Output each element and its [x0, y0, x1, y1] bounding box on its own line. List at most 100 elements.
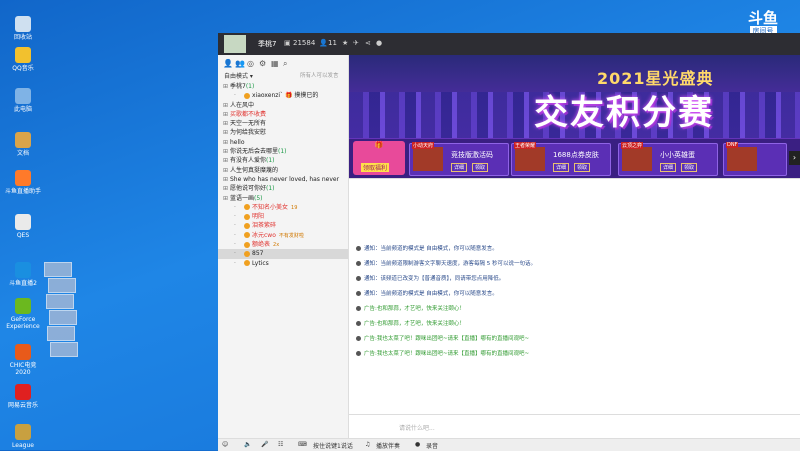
expand-icon[interactable]: ·	[234, 240, 236, 249]
desktop-icon-label: 此电脑	[13, 106, 32, 113]
row-label: 额绝表	[252, 241, 271, 249]
expand-icon[interactable]: ·	[234, 221, 236, 230]
reward-detail-button[interactable]: 详细	[451, 163, 468, 172]
expand-icon[interactable]: ⊞	[223, 101, 228, 110]
channel-row[interactable]: ⊞ 有没有人爱你(1)	[218, 156, 348, 165]
row-label: 冰元cwo	[252, 231, 276, 239]
message-text: 通知：当前频道的模式是 自由模式，你可以随意发言。	[364, 246, 498, 252]
location-icon[interactable]: ◎	[247, 59, 254, 68]
desktop-icon[interactable]: 斗鱼直播2	[4, 262, 42, 287]
desktop-icon[interactable]: QQ音乐	[4, 47, 42, 72]
search-icon[interactable]: ⌕	[283, 59, 287, 69]
expand-icon[interactable]: ·	[234, 91, 236, 100]
reward-detail-button[interactable]: 详细	[660, 163, 677, 172]
channel-row[interactable]: ⊞ 你说无后会去哪里(1)	[218, 147, 348, 156]
channel-row[interactable]: ⊞ 为何给我安慰	[218, 128, 348, 137]
gift-button[interactable]: 🎁 领取福利	[353, 141, 405, 175]
reward-image	[727, 147, 757, 171]
user-icon[interactable]: 👤	[223, 59, 233, 68]
mic-icon[interactable]: 🎤	[261, 441, 268, 448]
expand-icon[interactable]: ⊞	[223, 166, 228, 175]
plane-icon[interactable]: ✈	[353, 39, 359, 47]
channel-row[interactable]: ⊞ 买歌都不收费	[218, 110, 348, 119]
message-text: 广告:我也太菜了吧！跟咪出团吧~请来【直播】哪有的直播间观吧~	[364, 336, 530, 342]
channel-row[interactable]: ⊞ 蓝语一画(5)	[218, 194, 348, 203]
expand-icon[interactable]: ⊞	[223, 128, 228, 137]
channel-user-row[interactable]: · 857	[218, 249, 348, 259]
avatar-icon[interactable]: ☺	[222, 441, 228, 448]
share-icon[interactable]: ⋖	[365, 39, 371, 47]
reward-ticket[interactable]: 王者荣耀 1688点券皮肤 详细 领取	[511, 142, 611, 176]
channel-row[interactable]: ⊞ 天空一无所有	[218, 119, 348, 128]
desktop-icon[interactable]: 文档	[4, 132, 42, 157]
expand-icon[interactable]: ⊞	[223, 119, 228, 128]
expand-icon[interactable]: ⊞	[223, 184, 228, 193]
channel-row[interactable]: ⊞ 人在风中	[218, 101, 348, 110]
desktop-icon[interactable]: CHIC电竞 2020	[4, 344, 42, 376]
expand-icon[interactable]: ⊞	[223, 147, 228, 156]
channel-user-row[interactable]: · Lytics	[218, 259, 348, 268]
streamer-avatar[interactable]	[224, 35, 246, 53]
keyboard-icon[interactable]: ⌨	[298, 441, 307, 448]
mic-mode-label[interactable]: 按住说键1说话	[313, 441, 353, 450]
expand-icon[interactable]: ·	[234, 203, 236, 212]
row-label: 你说无后会去哪里	[230, 148, 279, 156]
reward-claim-button[interactable]: 领取	[681, 163, 698, 172]
expand-icon[interactable]: ·	[234, 231, 236, 240]
record-icon[interactable]: ●	[415, 441, 420, 448]
desktop-icon[interactable]: GeForce Experience	[4, 298, 42, 330]
reward-detail-button[interactable]: 详细	[553, 163, 570, 172]
chat-input-placeholder[interactable]: 请说什么吧...	[399, 423, 435, 432]
expand-icon[interactable]: ⊞	[223, 194, 228, 203]
mixer-icon[interactable]: ☷	[278, 441, 283, 448]
desktop-icon-glyph	[15, 170, 31, 186]
reward-ticket[interactable]: DNF	[723, 142, 787, 176]
reward-claim-button[interactable]: 领取	[472, 163, 489, 172]
expand-icon[interactable]: ·	[234, 212, 236, 221]
next-arrow[interactable]: ›	[789, 151, 800, 165]
reward-ticket[interactable]: 云顶之弈 小小英雄蛋 详细 领取	[618, 142, 718, 176]
expand-icon[interactable]: ⊞	[223, 175, 228, 184]
channel-user-row[interactable]: · 冰元cwo 不有发财啦	[218, 231, 348, 240]
expand-icon[interactable]: ·	[234, 259, 236, 268]
message-icon	[356, 246, 361, 251]
expand-icon[interactable]: ⊞	[223, 156, 228, 165]
desktop-icon[interactable]: 网易云音乐	[4, 384, 42, 409]
desktop-icon[interactable]: 斗鱼直播助手	[4, 170, 42, 195]
row-label: 857	[252, 250, 264, 258]
chat-message: 通知：当前频道限制游客文字聊天速度，游客每隔 5 秒可以说一句话。	[356, 259, 536, 267]
desktop-icon[interactable]: QES	[4, 214, 42, 239]
expand-icon[interactable]: ⊞	[223, 110, 228, 119]
music-icon[interactable]: ♫	[365, 441, 370, 448]
chat-input-bar[interactable]: 请说什么吧...	[349, 414, 800, 439]
info-icon[interactable]: ●	[376, 39, 382, 47]
reward-claim-button[interactable]: 领取	[574, 163, 591, 172]
channel-row[interactable]: ⊞ 愿他说可你好(1)	[218, 184, 348, 193]
channel-user-row[interactable]: · 泪茶紫碎	[218, 221, 348, 230]
desktop-icon[interactable]: League	[4, 424, 42, 449]
channel-row[interactable]: ⊞ 季桃7(1)	[218, 82, 348, 91]
channel-row[interactable]: ⊞ 人生何真挺糜蔑的	[218, 166, 348, 175]
music-label[interactable]: 播放伴奏	[376, 441, 400, 450]
channel-row[interactable]: ⊞ She who has never loved, has never	[218, 175, 348, 184]
channel-user-row[interactable]: · 不知名小美女 19	[218, 203, 348, 212]
event-banner[interactable]: 2021星光盛典 交友积分赛 🎁 领取福利 小动天府 竞技版激活码 详细 领取 王者荣耀 1…	[349, 55, 800, 178]
channel-user-row[interactable]: · 明阳	[218, 212, 348, 221]
desktop-icon[interactable]: 此电脑	[4, 88, 42, 113]
star-icon[interactable]: ★	[342, 39, 348, 47]
expand-icon[interactable]: ·	[234, 249, 236, 258]
reward-ticket[interactable]: 小动天府 竞技版激活码 详细 领取	[409, 142, 509, 176]
channel-user-row[interactable]: · 额绝表 2x	[218, 240, 348, 249]
record-label[interactable]: 录音	[426, 441, 438, 450]
gift-label: 领取福利	[361, 163, 390, 172]
desktop-icon[interactable]: 回收站	[4, 16, 42, 41]
channel-mode-select[interactable]: 自由模式 ▾	[224, 71, 253, 80]
expand-icon[interactable]: ⊞	[223, 138, 228, 147]
speaker-icon[interactable]: 🔈	[244, 441, 251, 448]
channel-user-row[interactable]: · xiaoxenzi` 🎁 摸摸已的	[218, 91, 348, 100]
settings-icon[interactable]: ⚙	[259, 59, 266, 68]
channel-row[interactable]: ⊞ hello	[218, 138, 348, 147]
grid-icon[interactable]: ▦	[271, 59, 279, 68]
users-icon[interactable]: 👥	[235, 59, 245, 68]
expand-icon[interactable]: ⊞	[223, 82, 228, 91]
